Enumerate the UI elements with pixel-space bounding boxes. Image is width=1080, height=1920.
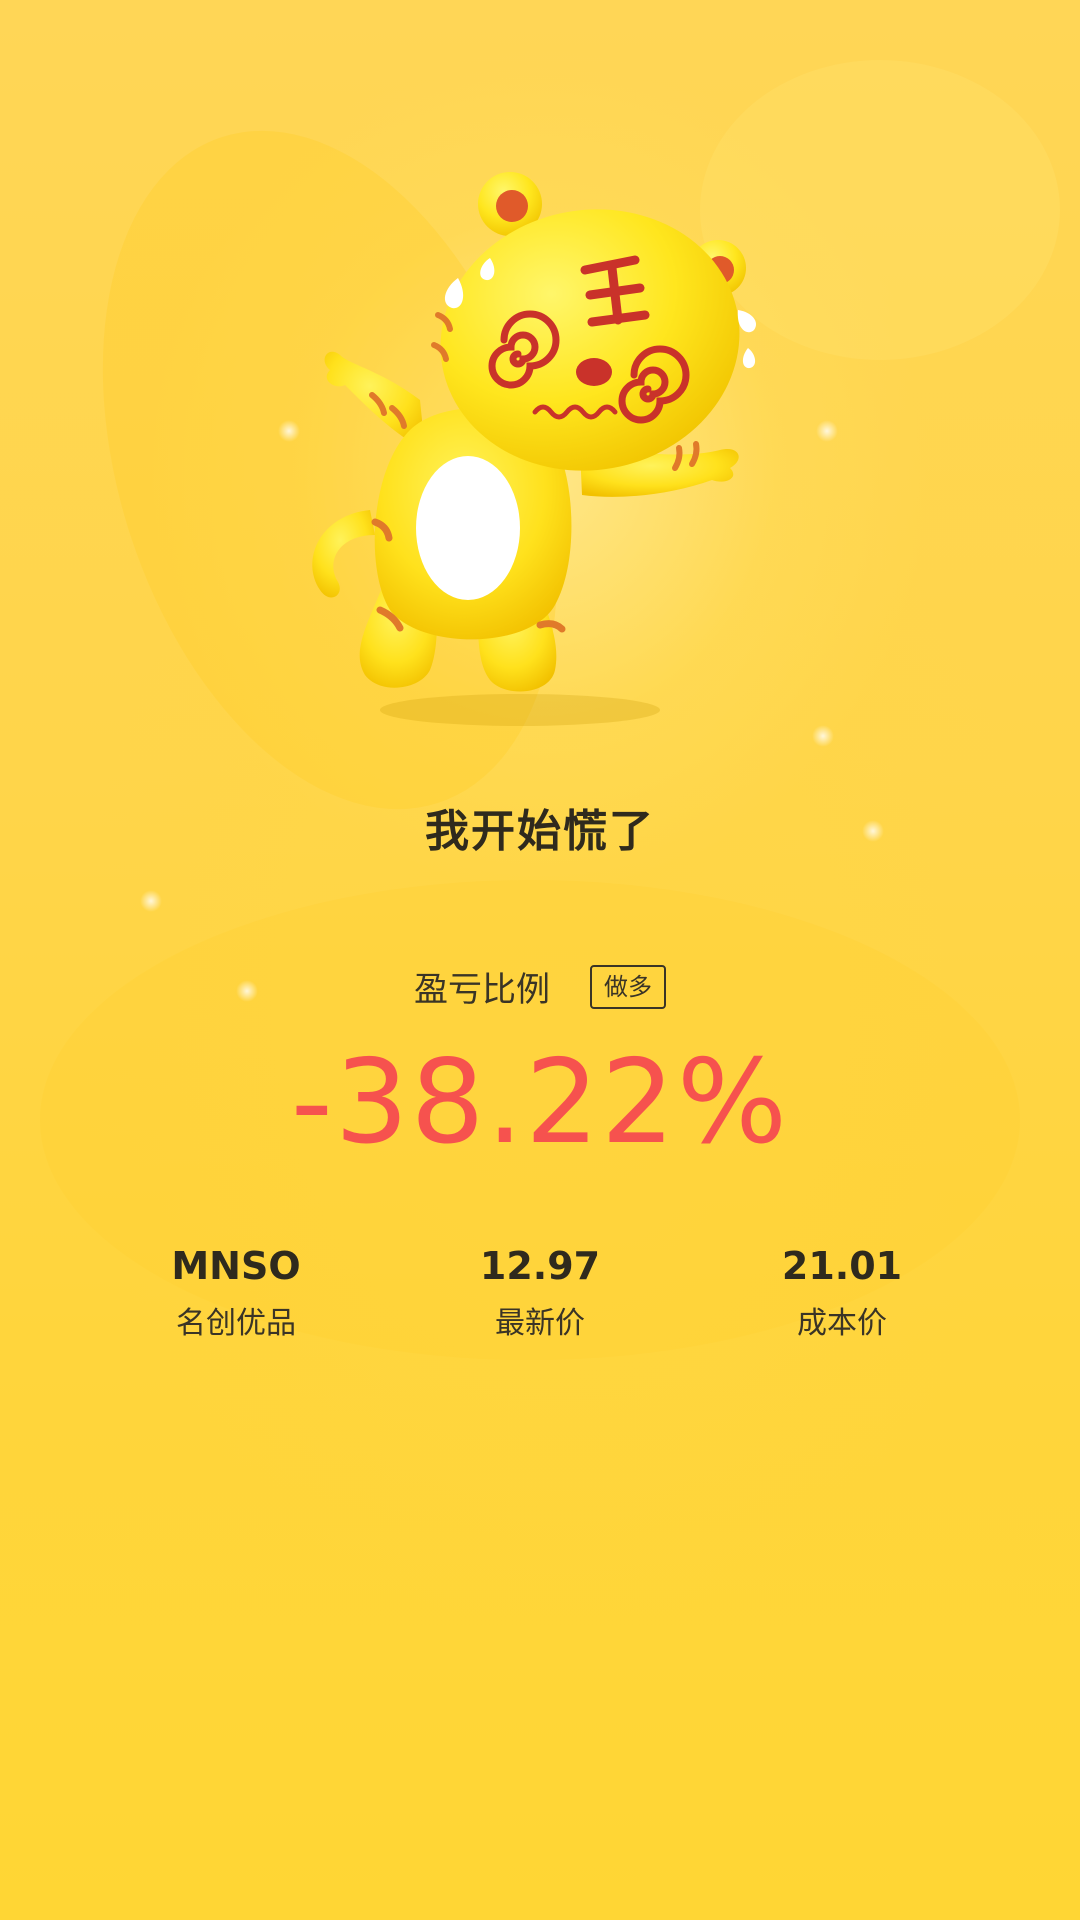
profit-loss-label: 盈亏比例 [414,970,550,1010]
sparkle-icon [812,725,834,747]
cost-price-label: 成本价 [797,1306,887,1341]
sparkle-icon [140,890,162,912]
stock-name: 名创优品 [176,1306,296,1341]
cost-price-value: 21.01 [781,1244,903,1288]
sparkle-icon [816,420,838,442]
sparkle-icon [278,420,300,442]
panicked-tiger-mascot-icon [312,172,757,726]
stock-ticker: MNSO [171,1244,301,1288]
position-direction-badge: 做多 [590,964,666,1009]
stock-stats: MNSO 名创优品 12.97 最新价 21.01 成本价 [0,1238,1080,1358]
mood-title: 我开始慌了 [425,806,655,857]
latest-price-value: 12.97 [479,1244,601,1288]
share-card: 我开始慌了 盈亏比例 做多 -38.22% MNSO 名创优品 12.97 最新… [0,0,1080,1920]
profit-loss-ratio-value: -38.22% [290,1035,790,1170]
latest-price-label: 最新价 [495,1306,585,1341]
profit-loss-header: 盈亏比例 做多 [0,962,1080,1011]
stat-ticker: MNSO 名创优品 [106,1238,366,1344]
stat-cost-price: 21.01 成本价 [712,1238,972,1344]
stat-latest-price: 12.97 最新价 [410,1238,670,1344]
